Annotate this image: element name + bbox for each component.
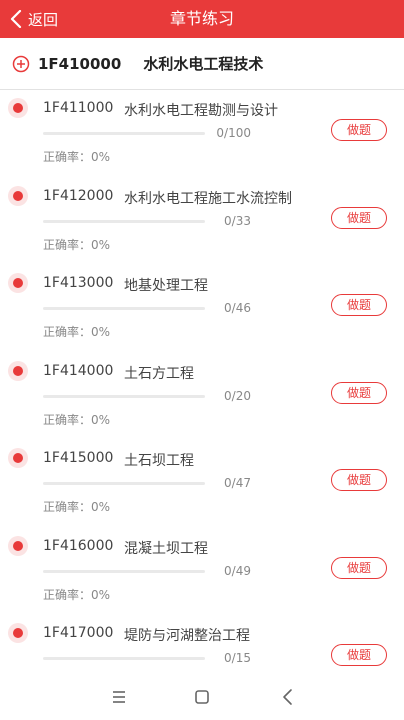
practice-button[interactable]: 做题: [331, 119, 387, 141]
practice-button[interactable]: 做题: [331, 469, 387, 491]
app-header: 返回 章节练习: [0, 0, 404, 38]
section-code: 1F417000: [43, 625, 114, 641]
progress-bar: [43, 219, 205, 223]
practice-button[interactable]: 做题: [331, 206, 387, 229]
list-item[interactable]: 1F413000 地基处理工程 0/46 正确率：0% 做题: [0, 265, 404, 353]
progress-bar: [43, 569, 205, 573]
chevron-left-icon[interactable]: [277, 686, 299, 708]
accuracy-label: 正确率：0%: [43, 500, 111, 514]
back-button[interactable]: 返回: [10, 0, 58, 38]
progress-bar: [43, 657, 205, 660]
menu-icon[interactable]: [108, 686, 130, 708]
dot-icon: [8, 448, 28, 468]
section-code: 1F414000: [43, 362, 114, 379]
dot-icon: [8, 98, 28, 118]
progress-bar: [43, 132, 205, 135]
chevron-left-icon: [10, 10, 22, 28]
progress-count: 0/47: [224, 476, 251, 490]
dot-icon: [8, 535, 28, 556]
section-code: 1F415000: [43, 450, 114, 466]
section-code: 1F411000: [43, 100, 114, 116]
accuracy-label: 正确率：0%: [43, 237, 111, 252]
progress-count: 0/33: [224, 213, 251, 228]
section-name: 堤防与河湖整治工程: [124, 628, 250, 644]
list-item[interactable]: 1F416000 混凝土坝工程 0/49 正确率：0% 做题: [0, 528, 404, 616]
list-item[interactable]: 1F412000 水利水电工程施工水流控制 0/33 正确率：0% 做题: [0, 178, 404, 266]
progress-bar: [43, 307, 205, 310]
square-icon[interactable]: [191, 686, 213, 708]
section-code: 1F416000: [43, 537, 114, 554]
accuracy-label: 正确率：0%: [43, 325, 111, 339]
progress-count: 0/15: [224, 651, 251, 665]
dot-icon: [8, 623, 28, 643]
list-item[interactable]: 1F411000 水利水电工程勘测与设计 0/100 正确率：0% 做题: [0, 90, 404, 178]
chapter-header[interactable]: 1F410000 水利水电工程技术: [0, 38, 404, 90]
page-title: 章节练习: [169, 9, 234, 28]
progress-count: 0/20: [224, 388, 251, 403]
accuracy-label: 正确率：0%: [43, 412, 111, 427]
chapter-code: 1F410000: [38, 54, 122, 73]
dot-icon: [8, 273, 28, 293]
accuracy-label: 正确率：0%: [43, 587, 111, 602]
section-name: 地基处理工程: [124, 278, 208, 294]
progress-bar: [43, 394, 205, 398]
progress-count: 0/100: [216, 126, 251, 140]
progress-count: 0/46: [224, 301, 251, 315]
progress-bar: [43, 482, 205, 485]
plus-circle-icon[interactable]: [12, 55, 30, 73]
list-item[interactable]: 1F415000 土石坝工程 0/47 正确率：0% 做题: [0, 440, 404, 528]
chapter-name: 水利水电工程技术: [143, 55, 264, 73]
dot-icon: [8, 360, 28, 381]
practice-button[interactable]: 做题: [331, 381, 387, 404]
list-item[interactable]: 1F414000 土石方工程 0/20 正确率：0% 做题: [0, 353, 404, 441]
accuracy-label: 正确率：0%: [43, 150, 111, 164]
section-name: 水利水电工程施工水流控制: [124, 190, 292, 207]
practice-button[interactable]: 做题: [331, 556, 387, 579]
section-name: 土石方工程: [124, 365, 194, 382]
practice-button[interactable]: 做题: [331, 644, 387, 666]
practice-button[interactable]: 做题: [331, 294, 387, 316]
dot-icon: [8, 185, 28, 206]
system-nav-bar: [0, 674, 404, 720]
progress-count: 0/49: [224, 563, 251, 578]
section-name: 混凝土坝工程: [124, 540, 208, 557]
section-code: 1F412000: [43, 187, 114, 204]
section-code: 1F413000: [43, 275, 114, 291]
back-label: 返回: [28, 10, 59, 29]
section-name: 土石坝工程: [124, 453, 194, 469]
section-name: 水利水电工程勘测与设计: [124, 103, 278, 119]
section-list: 1F411000 水利水电工程勘测与设计 0/100 正确率：0% 做题 1F4…: [0, 90, 404, 703]
